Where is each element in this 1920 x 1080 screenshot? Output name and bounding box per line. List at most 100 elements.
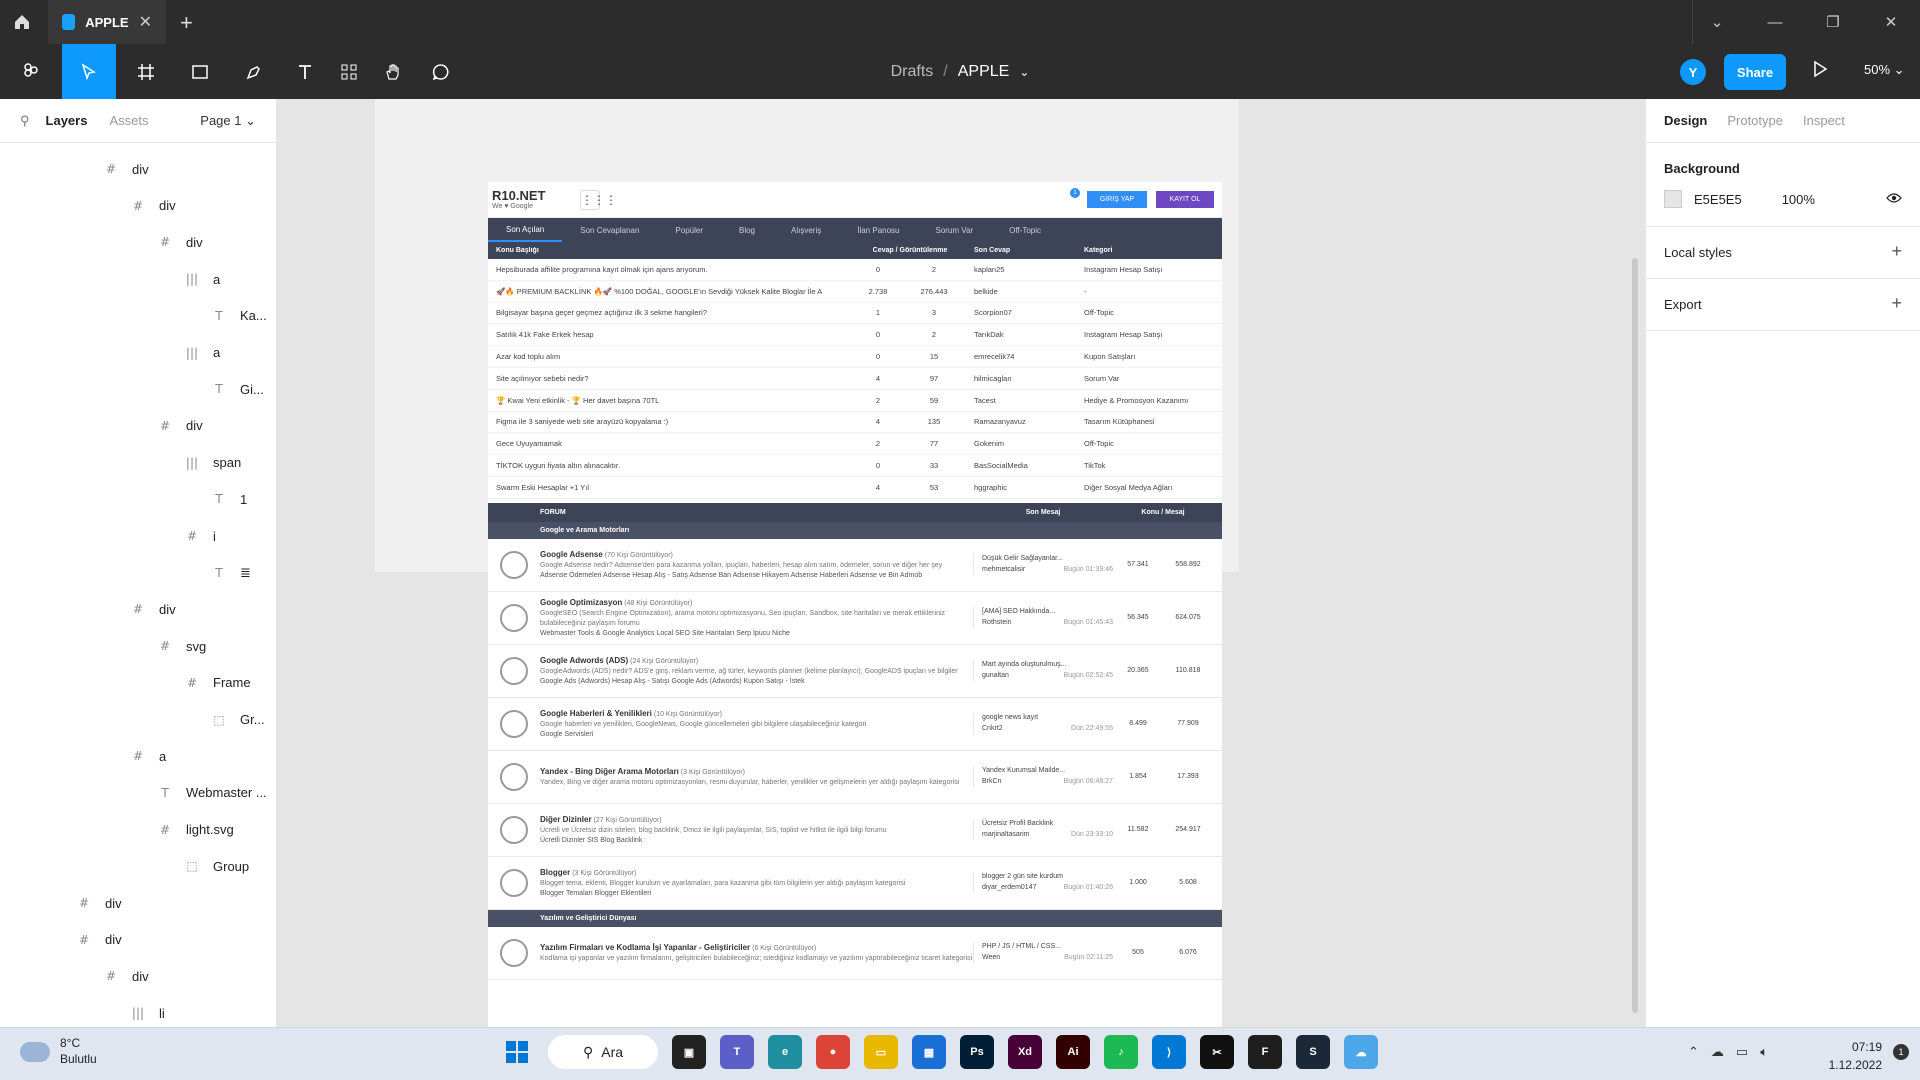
layer-item[interactable]: T1 xyxy=(212,481,247,517)
speaker-icon[interactable]: 🔈︎ xyxy=(1760,1044,1768,1060)
tab-assets[interactable]: Assets xyxy=(109,113,148,128)
chrome-icon[interactable]: ● xyxy=(816,1035,850,1069)
layer-item[interactable]: # div xyxy=(104,958,149,994)
present-play-icon[interactable] xyxy=(1812,60,1828,81)
forum-subforums[interactable]: Google Ads (Adwords) Hesap Alış - Satışı… xyxy=(540,678,805,685)
pen-tool-icon[interactable] xyxy=(234,44,274,99)
windows-start-icon[interactable] xyxy=(500,1035,534,1069)
forum-name[interactable]: Yandex - Bing Diğer Arama Motorları xyxy=(540,767,679,776)
task-view-icon[interactable]: ▣ xyxy=(672,1035,706,1069)
taskbar-search[interactable]: ⚲ Ara xyxy=(548,1035,658,1069)
last-message-user[interactable]: Cnkrt2 xyxy=(982,725,1003,732)
avatar[interactable]: Y xyxy=(1680,59,1706,85)
forum-row[interactable]: Google Adsense (70 Kişi Görüntülüyor) Goo… xyxy=(488,539,1222,592)
last-message-user[interactable]: diyar_erdem0147 xyxy=(982,884,1036,891)
main-menu-icon[interactable] xyxy=(10,44,52,99)
weather-widget[interactable]: 8°C Bulutlu xyxy=(20,1036,97,1067)
store-icon[interactable]: ▦ xyxy=(912,1035,946,1069)
new-tab-icon[interactable]: + xyxy=(180,10,193,36)
forum-row[interactable]: Blogger (3 Kişi Görüntülüyor) Blogger tem… xyxy=(488,857,1222,910)
site-nav-item[interactable]: İlan Panosu xyxy=(839,226,917,235)
last-message-title[interactable]: PHP / JS / HTML / CSS... xyxy=(982,942,1113,953)
layer-item[interactable]: # svg xyxy=(158,628,206,664)
topic-title[interactable]: Azar kod toplu alım xyxy=(488,352,854,361)
last-message-title[interactable]: Mart ayında oluşturulmuş... xyxy=(982,660,1113,671)
vscode-icon[interactable]: ⟩ xyxy=(1152,1035,1186,1069)
last-message-title[interactable]: Düşük Gelir Sağlayanlar... xyxy=(982,554,1113,565)
layer-item[interactable]: ||| a xyxy=(185,335,220,371)
cloud-sync-icon[interactable]: ☁ xyxy=(1711,1044,1724,1060)
canvas-scrollbar[interactable] xyxy=(1632,258,1638,1013)
table-row[interactable]: Gece Uyuyamamak 2 77 Gokenim Off-Topic xyxy=(488,433,1222,456)
monitor-icon[interactable]: ▭ xyxy=(1736,1044,1748,1060)
site-nav-item[interactable]: Popüler xyxy=(657,226,721,235)
table-row[interactable]: 🚀🔥 PREMIUM BACKLİNK 🔥🚀 %100 DOĞAL, GOOGL… xyxy=(488,281,1222,303)
canvas[interactable]: R10.NET We ♥ Google ⋮⋮⋮ 1 GİRİŞ YAP KAYIT… xyxy=(277,99,1645,1027)
last-message-user[interactable]: BrkCn xyxy=(982,778,1001,785)
topic-title[interactable]: 🏆 Kwai Yeni etkinlik - 🏆 Her davet başın… xyxy=(488,396,854,405)
photoshop-icon[interactable]: Ps xyxy=(960,1035,994,1069)
close-tab-icon[interactable]: ✕ xyxy=(139,12,152,32)
text-tool-icon[interactable] xyxy=(290,44,320,99)
bg-opacity[interactable]: 100% xyxy=(1782,192,1815,207)
site-nav-item[interactable]: Son Açılan xyxy=(488,218,563,242)
file-tab[interactable]: APPLE ✕ xyxy=(48,0,166,44)
layer-item[interactable]: T ≣ xyxy=(212,555,251,591)
site-nav-item[interactable]: Blog xyxy=(721,226,773,235)
layer-item[interactable]: ||| li xyxy=(131,995,165,1027)
layer-item[interactable]: T Gi... xyxy=(212,371,264,407)
last-message-user[interactable]: Rothstein xyxy=(982,619,1012,626)
last-message-user[interactable]: Ween xyxy=(982,954,1000,961)
explorer-icon[interactable]: ▭ xyxy=(864,1035,898,1069)
last-message-user[interactable]: marjinaltasarim xyxy=(982,831,1029,838)
layer-item[interactable]: # div xyxy=(131,188,176,224)
illustrator-icon[interactable]: Ai xyxy=(1056,1035,1090,1069)
last-message-title[interactable]: Yandex Kurumsal Mailde... xyxy=(982,766,1113,777)
share-button[interactable]: Share xyxy=(1724,54,1786,90)
weather-app-icon[interactable]: ☁ xyxy=(1344,1035,1378,1069)
table-row[interactable]: Satılık 41k Fake Erkek hesap 0 2 TarıkDak In… xyxy=(488,324,1222,347)
layer-item[interactable]: # a xyxy=(131,738,166,774)
forum-name[interactable]: Blogger xyxy=(540,868,570,877)
forum-name[interactable]: Yazılım Firmaları ve Kodlama İşi Yapanla… xyxy=(540,943,750,952)
tab-layers[interactable]: Layers xyxy=(46,113,88,128)
tab-design[interactable]: Design xyxy=(1664,113,1707,128)
teams-icon[interactable]: T xyxy=(720,1035,754,1069)
forum-row[interactable]: Yazılım Firmaları ve Kodlama İşi Yapanla… xyxy=(488,927,1222,980)
table-row[interactable]: Azar kod toplu alım 0 15 emrecelik74 Kupon S… xyxy=(488,346,1222,368)
topic-title[interactable]: Swarm Eski Hesaplar +1 Yıl xyxy=(488,483,854,492)
move-tool-icon[interactable] xyxy=(62,44,116,99)
layer-item[interactable]: # Frame xyxy=(185,665,251,701)
close-window-icon[interactable]: ✕ xyxy=(1862,0,1920,44)
forum-category[interactable]: Yazılım ve Geliştirici Dünyası xyxy=(488,909,1222,927)
forum-subforums[interactable]: Blogger Temaları Blogger Eklentileri xyxy=(540,890,651,897)
topic-title[interactable]: 🚀🔥 PREMIUM BACKLİNK 🔥🚀 %100 DOĞAL, GOOGL… xyxy=(488,287,854,296)
page-selector[interactable]: Page 1 ⌄ xyxy=(200,113,256,129)
capcut-icon[interactable]: ✂ xyxy=(1200,1035,1234,1069)
frame-tool-icon[interactable] xyxy=(126,44,166,99)
layer-item[interactable]: # i xyxy=(185,518,216,554)
edge-icon[interactable]: e xyxy=(768,1035,802,1069)
topic-title[interactable]: Gece Uyuyamamak xyxy=(488,439,854,448)
login-button[interactable]: GİRİŞ YAP xyxy=(1087,191,1147,208)
breadcrumb-file[interactable]: APPLE xyxy=(958,63,1010,81)
layer-item[interactable]: # div xyxy=(77,885,122,921)
table-row[interactable]: Figma ile 3 saniyede web site arayüzü ko… xyxy=(488,412,1222,434)
eye-icon[interactable] xyxy=(1886,192,1902,207)
forum-subforums[interactable]: Adsense Ödemeleri Adsense Hesap Alış - S… xyxy=(540,572,922,579)
layer-item[interactable]: # div xyxy=(104,151,149,187)
forum-row[interactable]: Diğer Dizinler (27 Kişi Görüntülüyor) Ücr… xyxy=(488,804,1222,857)
figma-icon[interactable]: F xyxy=(1248,1035,1282,1069)
xd-icon[interactable]: Xd xyxy=(1008,1035,1042,1069)
topic-title[interactable]: Site açılmıyor sebebi nedir? xyxy=(488,374,854,383)
layer-item[interactable]: # div xyxy=(77,922,122,958)
table-row[interactable]: TİKTOK uygun fiyata altın alınacaktır. 0 3… xyxy=(488,455,1222,477)
resources-icon[interactable] xyxy=(334,44,364,99)
layer-item[interactable]: T Ka... xyxy=(212,298,266,334)
steam-icon[interactable]: S xyxy=(1296,1035,1330,1069)
topic-title[interactable]: Figma ile 3 saniyede web site arayüzü ko… xyxy=(488,417,854,426)
design-frame[interactable]: R10.NET We ♥ Google ⋮⋮⋮ 1 GİRİŞ YAP KAYIT… xyxy=(488,182,1222,1027)
layer-item[interactable]: ⬚ Group xyxy=(185,848,249,884)
add-export-icon[interactable]: + xyxy=(1891,293,1902,314)
topic-title[interactable]: Hepsiburada affilite programına kayıt ol… xyxy=(488,265,854,274)
